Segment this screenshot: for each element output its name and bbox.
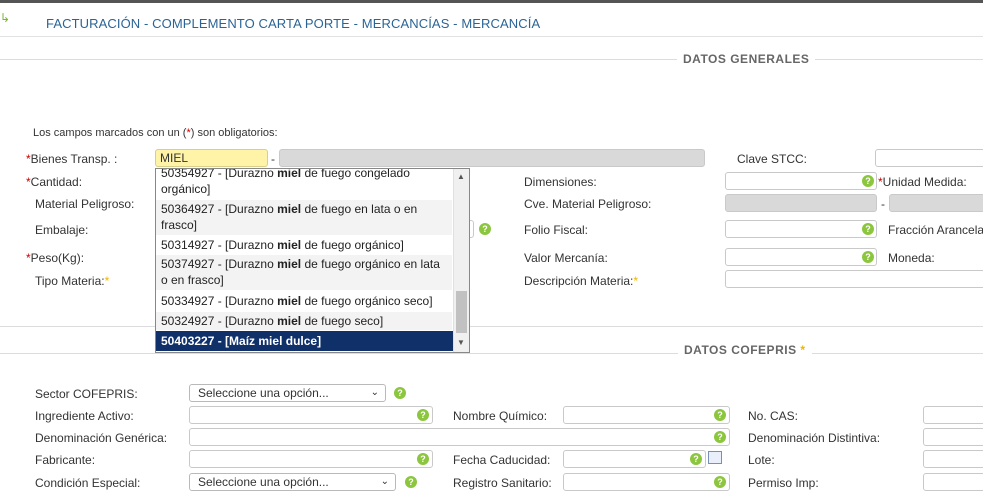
autocomplete-option[interactable]: 50314927 - [Durazno miel de fuego orgáni… <box>156 236 452 254</box>
no-cas-label: No. CAS: <box>748 409 799 423</box>
fraccion-label: Fracción Arancelaria <box>888 223 983 237</box>
help-icon[interactable]: ? <box>714 409 726 421</box>
cve-material-description <box>889 194 983 212</box>
condicion-especial-select[interactable]: Seleccione una opción... ⌄ <box>189 473 396 491</box>
scroll-down-icon[interactable]: ▼ <box>457 338 465 347</box>
unidad-medida-label: *Unidad Medida: <box>878 175 967 189</box>
moneda-label: Moneda: <box>888 251 935 265</box>
ingrediente-activo-label: Ingrediente Activo: <box>35 409 134 423</box>
dropdown-scrollbar[interactable]: ▲ ▼ <box>453 169 469 352</box>
tipo-materia-label: Tipo Materia:* <box>35 274 110 288</box>
clave-stcc-input[interactable] <box>875 149 983 167</box>
lote-input[interactable] <box>923 450 983 468</box>
help-icon[interactable]: ? <box>417 409 429 421</box>
dimensiones-input[interactable] <box>725 172 877 190</box>
section-divider <box>0 59 983 60</box>
condicion-especial-label: Condición Especial: <box>35 476 141 490</box>
back-arrow-icon[interactable]: ↳ <box>0 11 10 25</box>
fabricante-input[interactable] <box>189 450 433 468</box>
descripcion-materia-input[interactable] <box>725 270 983 288</box>
section-divider <box>0 326 983 327</box>
lote-label: Lote: <box>748 453 775 467</box>
required-notice: Los campos marcados con un (*) son oblig… <box>33 127 278 139</box>
denominacion-generica-input[interactable] <box>189 428 730 446</box>
section-divider <box>0 353 983 354</box>
nombre-quimico-label: Nombre Químico: <box>453 409 548 423</box>
material-peligroso-label: Material Peligroso: <box>35 197 135 211</box>
dimensiones-label: Dimensiones: <box>524 175 597 189</box>
fabricante-label: Fabricante: <box>35 453 96 467</box>
bienes-dash: - <box>271 152 275 166</box>
autocomplete-option[interactable]: 50324927 - [Durazno miel de fuego seco] <box>156 312 452 330</box>
chevron-down-icon: ⌄ <box>370 387 379 398</box>
help-icon[interactable]: ? <box>690 453 702 465</box>
bienes-autocomplete-list[interactable]: 50354927 - [Durazno miel de fuego congel… <box>155 168 470 353</box>
autocomplete-option[interactable]: 50374927 - [Durazno miel de fuego orgáni… <box>156 255 452 290</box>
folio-fiscal-input[interactable] <box>725 220 877 238</box>
registro-sanitario-label: Registro Sanitario: <box>453 476 552 490</box>
autocomplete-option[interactable]: 50334927 - [Durazno miel de fuego orgáni… <box>156 292 452 310</box>
calendar-icon[interactable] <box>708 451 722 464</box>
autocomplete-option-selected[interactable]: 50403227 - [Maíz miel dulce] <box>156 331 453 351</box>
nombre-quimico-input[interactable] <box>563 406 730 424</box>
bienes-description-field <box>279 149 705 167</box>
denominacion-distintiva-label: Denominación Distintiva: <box>748 431 881 445</box>
help-icon[interactable]: ? <box>714 431 726 443</box>
scroll-up-icon[interactable]: ▲ <box>457 172 465 181</box>
peso-label: *Peso(Kg): <box>26 251 85 265</box>
registro-sanitario-input[interactable] <box>563 473 730 491</box>
folio-fiscal-label: Folio Fiscal: <box>524 223 589 237</box>
denominacion-distintiva-input[interactable] <box>923 428 983 446</box>
denominacion-generica-label: Denominación Genérica: <box>35 431 168 445</box>
help-icon[interactable]: ? <box>479 223 491 235</box>
help-icon[interactable]: ? <box>862 175 874 187</box>
bienes-label: *Bienes Transp. : <box>26 152 118 166</box>
page-title: FACTURACIÓN - COMPLEMENTO CARTA PORTE - … <box>46 16 541 31</box>
permiso-imp-label: Permiso Imp: <box>748 476 819 490</box>
section-title-cofepris: DATOS COFEPRIS * <box>678 343 812 357</box>
embalaje-label: Embalaje: <box>35 223 89 237</box>
chevron-down-icon: ⌄ <box>380 476 389 487</box>
fecha-caducidad-label: Fecha Caducidad: <box>453 453 551 467</box>
section-title-general: DATOS GENERALES <box>677 52 816 66</box>
cantidad-label: *Cantidad: <box>26 175 83 189</box>
sector-cofepris-select[interactable]: Seleccione una opción... ⌄ <box>189 384 386 402</box>
autocomplete-option[interactable]: 50354927 - [Durazno miel de fuego congel… <box>156 169 452 197</box>
cve-material-dash: - <box>881 197 885 211</box>
scrollbar-thumb[interactable] <box>456 291 467 333</box>
sector-cofepris-label: Sector COFEPRIS: <box>35 387 138 401</box>
help-icon[interactable]: ? <box>862 223 874 235</box>
help-icon[interactable]: ? <box>714 476 726 488</box>
valor-mercancia-label: Valor Mercanía: <box>524 251 608 265</box>
help-icon[interactable]: ? <box>417 453 429 465</box>
help-icon[interactable]: ? <box>862 251 874 263</box>
help-icon[interactable]: ? <box>405 476 417 488</box>
autocomplete-option[interactable]: 50364927 - [Durazno miel de fuego en lat… <box>156 200 452 235</box>
title-bar: ↳ FACTURACIÓN - COMPLEMENTO CARTA PORTE … <box>0 3 983 37</box>
cve-material-input <box>725 194 877 212</box>
valor-mercancia-input[interactable] <box>725 248 877 266</box>
fecha-caducidad-input[interactable] <box>563 450 706 468</box>
help-icon[interactable]: ? <box>394 387 406 399</box>
no-cas-input[interactable] <box>923 406 983 424</box>
cve-material-label: Cve. Material Peligroso: <box>524 197 652 211</box>
descripcion-materia-label: Descripción Materia:* <box>524 274 639 288</box>
permiso-imp-input[interactable] <box>923 473 983 491</box>
clave-stcc-label: Clave STCC: <box>737 152 808 166</box>
bienes-input[interactable]: MIEL <box>155 149 268 167</box>
ingrediente-activo-input[interactable] <box>189 406 433 424</box>
